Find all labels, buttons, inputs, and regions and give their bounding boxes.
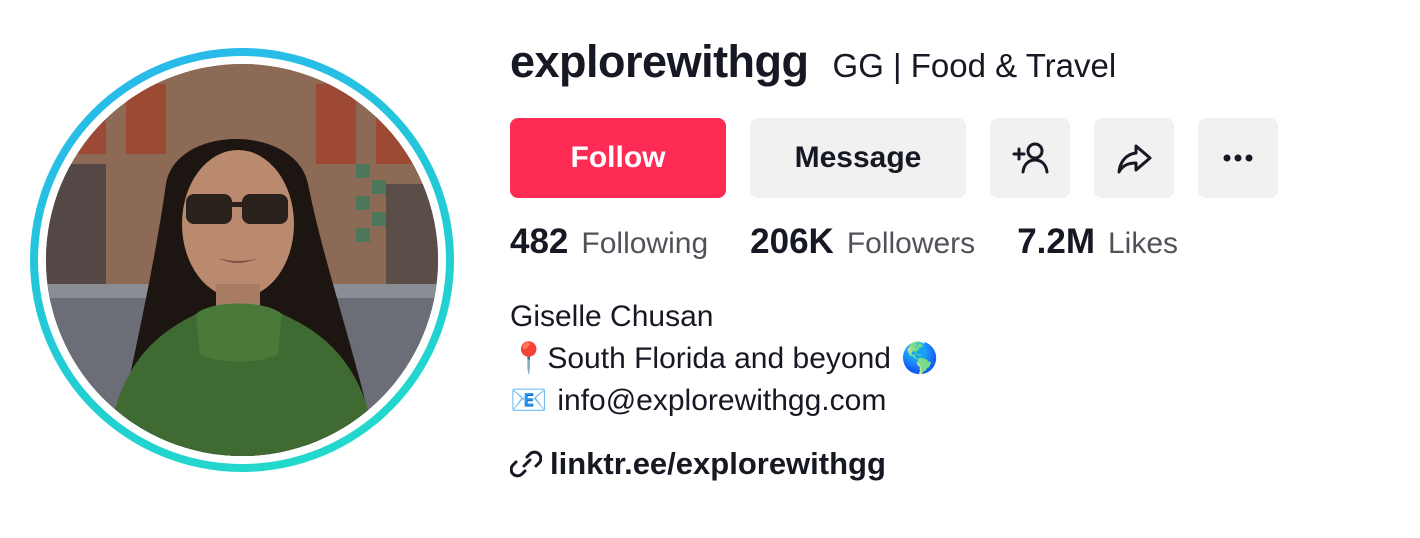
likes-stat: 7.2M Likes — [1017, 222, 1178, 262]
following-count: 482 — [510, 222, 569, 261]
likes-label: Likes — [1108, 227, 1179, 260]
followers-label: Followers — [846, 227, 976, 260]
add-friend-button[interactable] — [990, 118, 1070, 198]
bio-name-line: Giselle Chusan — [510, 300, 714, 333]
follow-button[interactable]: Follow — [510, 118, 726, 198]
followers-stat[interactable]: 206K Followers — [750, 222, 975, 262]
avatar-photo — [46, 64, 438, 456]
share-button[interactable] — [1094, 118, 1174, 198]
following-stat[interactable]: 482 Following — [510, 222, 708, 262]
avatar[interactable] — [30, 48, 454, 472]
bio-email-text: info@explorewithgg.com — [557, 384, 887, 417]
avatar-portrait-image — [46, 64, 438, 456]
username: explorewithgg — [510, 36, 809, 87]
following-label: Following — [581, 227, 709, 260]
link-icon — [510, 450, 542, 478]
avatar-ring-gap — [38, 56, 446, 464]
followers-count: 206K — [750, 222, 834, 261]
likes-count: 7.2M — [1017, 222, 1095, 261]
profile-page: explorewithgg GG | Food & Travel Follow … — [0, 0, 1420, 538]
profile-stats: 482 Following 206K Followers 7.2M Likes — [510, 222, 1220, 262]
globe-emoji: 🌎 — [900, 342, 939, 375]
bio-location-text: South Florida and beyond — [547, 342, 891, 375]
more-button[interactable] — [1198, 118, 1278, 198]
message-button[interactable]: Message — [750, 118, 966, 198]
more-dots-icon — [1223, 154, 1253, 162]
action-buttons: Follow Message — [510, 118, 1278, 198]
profile-header: explorewithgg GG | Food & Travel — [510, 36, 1116, 88]
envelope-emoji: 📧 — [510, 384, 548, 417]
bio: Giselle Chusan 📍 South Florida and beyon… — [510, 296, 938, 422]
pin-emoji: 📍 — [510, 342, 548, 375]
display-name: GG | Food & Travel — [832, 47, 1117, 84]
bio-email-line: 📧 info@explorewithgg.com — [510, 380, 938, 422]
person-plus-icon — [1012, 142, 1049, 174]
profile-link[interactable]: linktr.ee/explorewithgg — [510, 446, 886, 482]
share-arrow-icon — [1117, 144, 1152, 174]
link-text: linktr.ee/explorewithgg — [550, 446, 886, 481]
bio-location-line: 📍 South Florida and beyond 🌎 — [510, 338, 938, 380]
